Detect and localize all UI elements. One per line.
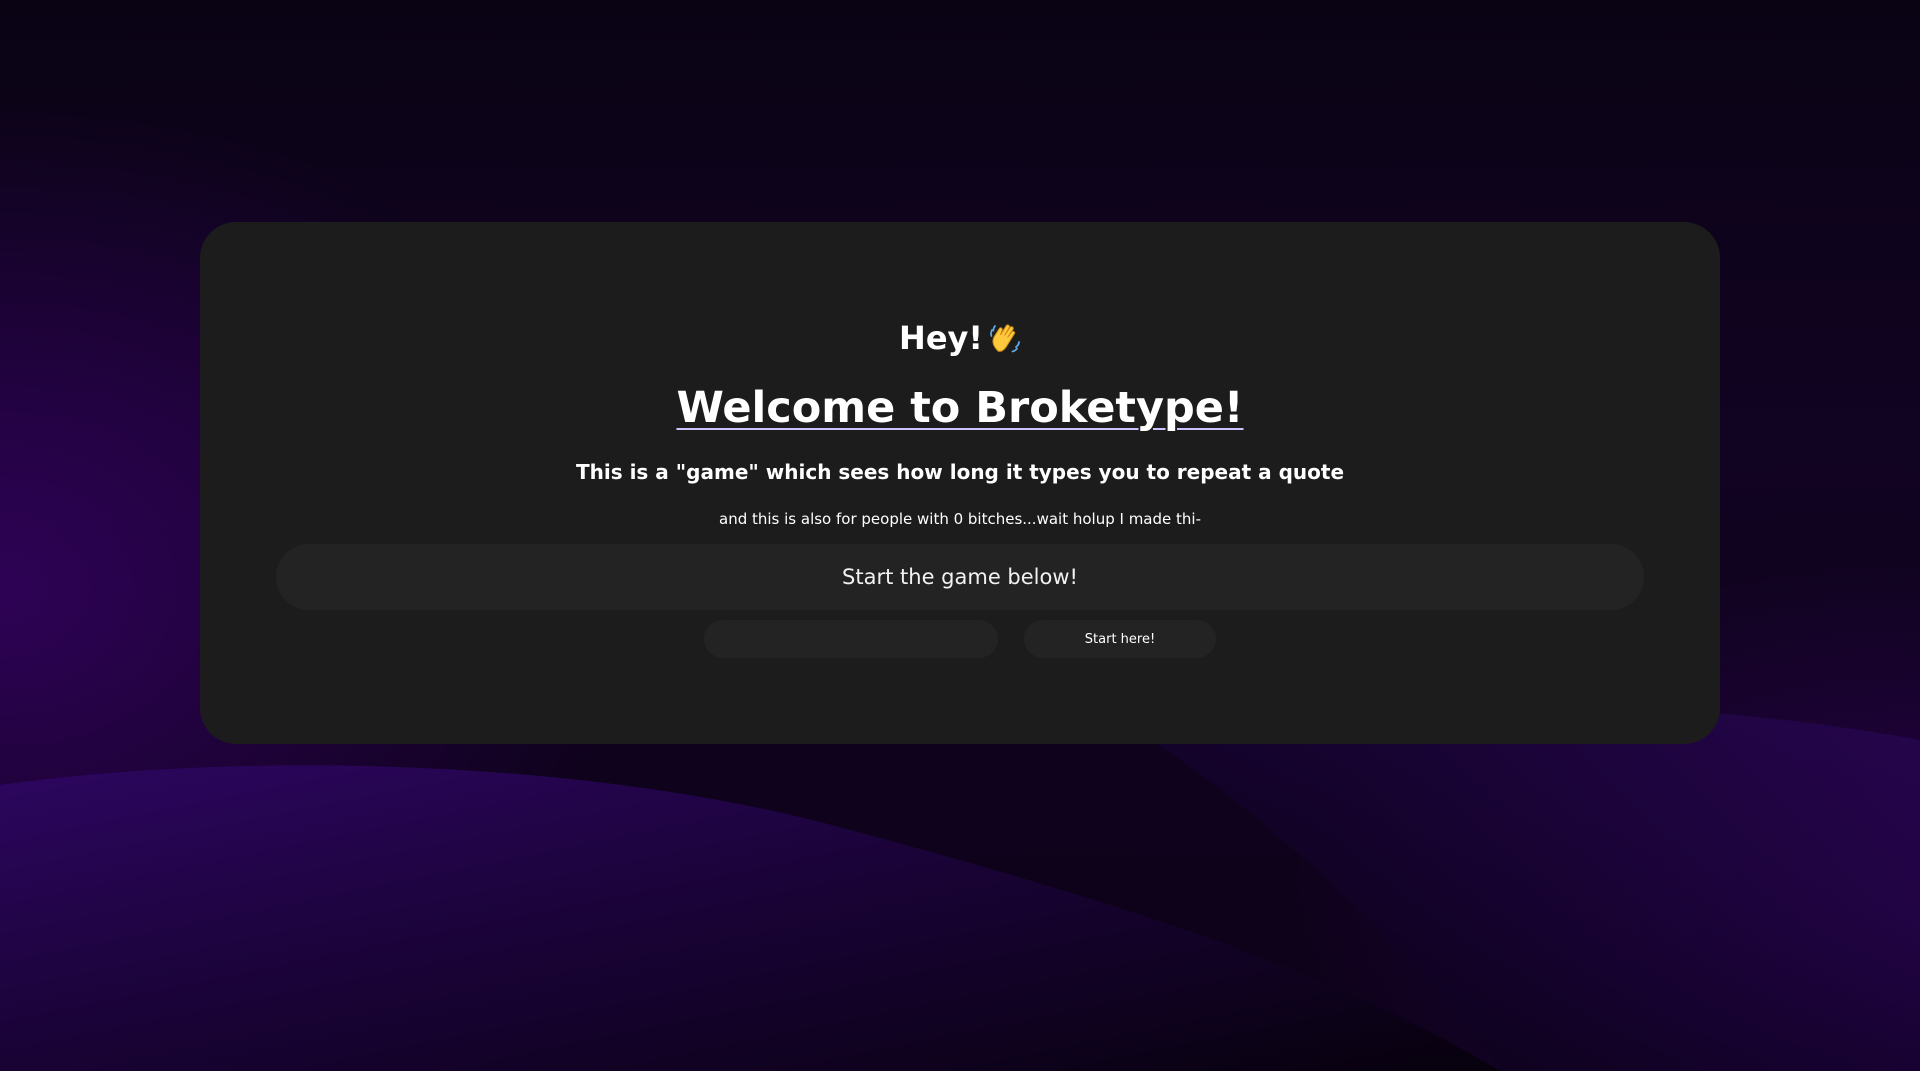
page-title: Welcome to Broketype! xyxy=(200,382,1720,434)
game-description: This is a "game" which sees how long it … xyxy=(575,460,1345,484)
start-button[interactable]: Start here! xyxy=(1024,620,1216,658)
greeting-text: Hey! xyxy=(899,319,983,357)
game-input[interactable] xyxy=(704,620,998,658)
greeting-heading: Hey! xyxy=(200,318,1720,364)
start-banner: Start the game below! xyxy=(276,544,1644,610)
welcome-card: Hey! Welcome to Broketype! This is a "ga… xyxy=(200,222,1720,744)
waving-hand-icon xyxy=(989,321,1021,364)
joke-note: and this is also for people with 0 bitch… xyxy=(719,510,1201,528)
page-title-text: Welcome to Broketype! xyxy=(676,383,1244,433)
